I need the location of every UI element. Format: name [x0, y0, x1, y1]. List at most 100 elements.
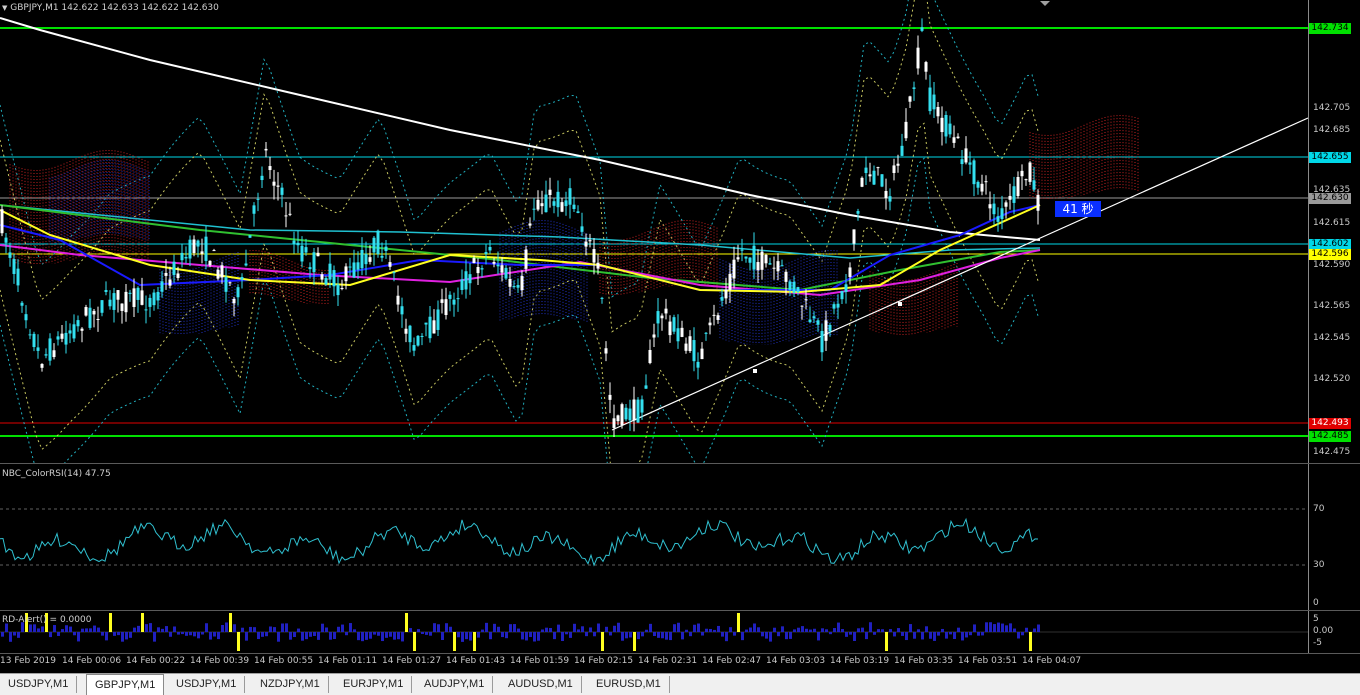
- rd-histogram-bar: [581, 626, 584, 632]
- rd-histogram-bar: [493, 623, 496, 632]
- candle-body: [536, 199, 540, 210]
- time-axis-label: 14 Feb 03:35: [894, 656, 954, 666]
- rd-histogram-bar: [573, 623, 576, 632]
- rd-histogram-bar: [365, 632, 368, 640]
- candle-body: [120, 303, 124, 311]
- rd-histogram-bar: [997, 622, 1000, 632]
- price-scale-label: 142.475: [1313, 447, 1351, 457]
- candle-body: [260, 175, 264, 181]
- rd-histogram-bar: [289, 632, 292, 640]
- ma-magenta-line: [0, 244, 1041, 297]
- rd-alert-pane[interactable]: RD-Alert() = 0.0000 5 0.00 -5: [0, 611, 1360, 654]
- rd-histogram-bar: [677, 622, 680, 632]
- rd-histogram-bar: [9, 632, 12, 642]
- rd-histogram-bar: [461, 632, 464, 642]
- candle-body: [204, 236, 208, 261]
- candle-body: [948, 123, 952, 135]
- rd-histogram-bar: [173, 626, 176, 632]
- rd-histogram-bar: [569, 632, 572, 638]
- rd-histogram-bar: [37, 628, 40, 632]
- rd-histogram-bar: [1, 632, 4, 637]
- rd-histogram-bar: [381, 632, 384, 642]
- rd-histogram-bar: [841, 629, 844, 632]
- candle-body: [300, 245, 304, 262]
- rd-histogram-bar: [285, 623, 288, 632]
- bollinger-band-line: [0, 157, 1039, 463]
- rd-histogram-bar: [449, 626, 452, 632]
- rd-histogram-bar: [393, 632, 396, 640]
- rd-histogram-bar: [825, 629, 828, 632]
- chart-tab[interactable]: GBPJPY,M1: [86, 674, 165, 695]
- price-level-tag: 142.485: [1309, 431, 1351, 442]
- rd-histogram-bar: [437, 624, 440, 632]
- chart-tab[interactable]: EURJPY,M1: [335, 676, 413, 693]
- candle-body: [384, 246, 388, 252]
- chart-tab[interactable]: EURUSD,M1: [588, 676, 670, 693]
- candle-body: [36, 347, 40, 351]
- candle-body: [656, 311, 660, 324]
- candle-body: [320, 274, 324, 280]
- candle-body: [888, 196, 892, 202]
- rd-histogram-bar: [665, 632, 668, 640]
- rd-histogram-bar: [929, 632, 932, 639]
- candle-body: [952, 137, 956, 143]
- candle-body: [112, 293, 116, 310]
- candle-body: [436, 309, 440, 330]
- rd-alert-bar: [737, 613, 740, 632]
- rd-histogram-bar: [953, 632, 956, 640]
- rd-alert-bar: [633, 632, 636, 651]
- rsi-indicator-pane[interactable]: NBC_ColorRSI(14) 47.75 70 30 0: [0, 464, 1360, 611]
- rd-histogram-bar: [629, 632, 632, 638]
- candle-body: [12, 259, 16, 274]
- candle-body: [164, 272, 168, 276]
- rd-histogram-bar: [673, 624, 676, 632]
- candle-body: [212, 250, 216, 252]
- rd-histogram-bar: [369, 632, 372, 639]
- time-axis-label: 14 Feb 03:03: [766, 656, 826, 666]
- rd-histogram-bar: [809, 629, 812, 632]
- candle-body: [564, 200, 568, 207]
- candle-body: [448, 294, 452, 299]
- rd-histogram-bar: [121, 632, 124, 642]
- chart-tab[interactable]: AUDJPY,M1: [416, 676, 494, 693]
- rd-histogram-bar: [13, 632, 16, 636]
- candle-body: [364, 253, 368, 265]
- candle-body: [724, 289, 728, 299]
- chart-tab[interactable]: USDJPY,M1: [0, 676, 78, 693]
- candle-body: [840, 290, 844, 300]
- candle-body: [496, 264, 500, 267]
- candle-body: [740, 249, 744, 251]
- chart-tab[interactable]: AUDUSD,M1: [500, 676, 582, 693]
- candle-body: [796, 287, 800, 293]
- rd-histogram-bar: [265, 632, 268, 637]
- chart-tab[interactable]: NZDJPY,M1: [252, 676, 329, 693]
- candle-body: [848, 267, 852, 277]
- candle-body: [72, 324, 76, 339]
- rd-histogram-bar: [77, 632, 80, 642]
- rd-histogram-bar: [889, 629, 892, 632]
- trend-line-anchor: [898, 302, 902, 306]
- candle-body: [660, 315, 664, 319]
- rd-histogram-bar: [253, 627, 256, 632]
- candle-body: [40, 363, 44, 368]
- candle-body: [640, 399, 644, 413]
- candle-body: [48, 338, 52, 361]
- candle-body: [648, 349, 652, 364]
- rd-histogram-bar: [593, 632, 596, 637]
- candle-body: [452, 299, 456, 305]
- candle-body: [920, 27, 924, 31]
- price-chart[interactable]: [0, 0, 1308, 463]
- rd-histogram-bar: [861, 627, 864, 632]
- candle-body: [616, 415, 620, 422]
- rd-histogram-bar: [385, 632, 388, 638]
- rd-histogram-bar: [517, 628, 520, 632]
- chart-tab[interactable]: USDJPY,M1: [168, 676, 246, 693]
- candle-body: [500, 265, 504, 273]
- chart-shift-marker-icon[interactable]: [1040, 1, 1050, 6]
- rd-histogram-bar: [297, 628, 300, 632]
- rd-histogram-bar: [781, 626, 784, 632]
- candle-body: [548, 189, 552, 196]
- main-chart-pane[interactable]: ▼ GBPJPY,M1 142.622 142.633 142.622 142.…: [0, 0, 1360, 464]
- rd-histogram-bar: [501, 632, 504, 638]
- time-axis[interactable]: 13 Feb 2019 14 Feb 00:06 14 Feb 00:22 14 Fe…: [0, 653, 1360, 673]
